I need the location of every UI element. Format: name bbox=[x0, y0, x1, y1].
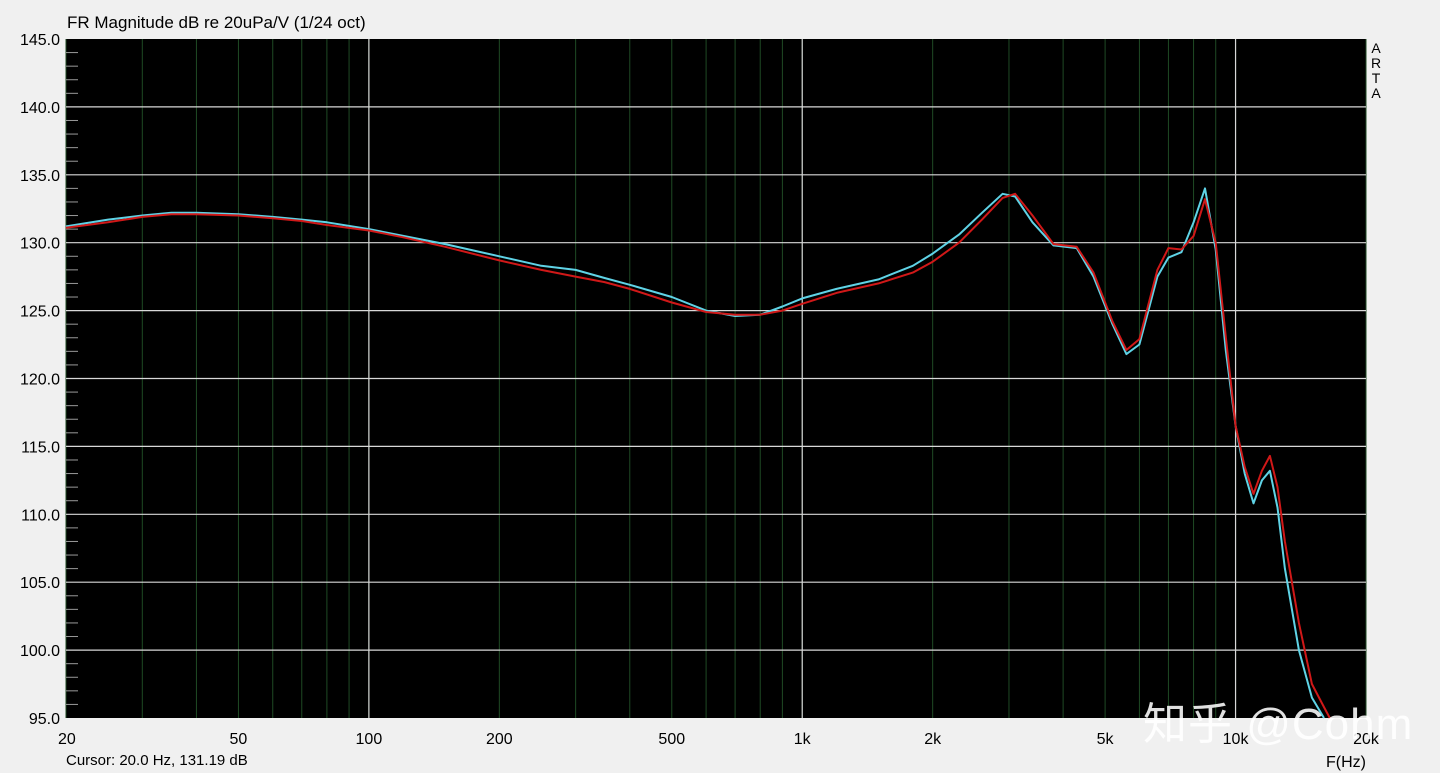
x-tick-label: 100 bbox=[356, 731, 383, 748]
watermark: 知乎 @Cohm bbox=[1143, 700, 1414, 749]
brand-letter: A bbox=[1371, 85, 1381, 101]
brand-letter: R bbox=[1371, 55, 1382, 71]
x-tick-label: 5k bbox=[1097, 731, 1115, 748]
x-tick-label: 50 bbox=[230, 731, 248, 748]
y-axis-labels: 95.0 100.0 105.0 110.0 115.0 120.0 125.0 130.0 1… bbox=[20, 32, 60, 728]
x-tick-label: 20 bbox=[58, 731, 76, 748]
arta-brand: A R T A bbox=[1371, 41, 1381, 101]
y-tick-label: 130.0 bbox=[20, 236, 60, 253]
y-tick-label: 125.0 bbox=[20, 304, 60, 321]
y-tick-label: 120.0 bbox=[20, 372, 60, 389]
cursor-readout: Cursor: 20.0 Hz, 131.19 dB bbox=[66, 752, 248, 769]
x-axis-label: F(Hz) bbox=[1326, 754, 1366, 771]
y-tick-label: 95.0 bbox=[29, 711, 60, 728]
y-tick-label: 110.0 bbox=[21, 507, 60, 524]
x-tick-label: 200 bbox=[486, 731, 513, 748]
y-tick-label: 105.0 bbox=[20, 575, 60, 592]
x-tick-label: 1k bbox=[794, 731, 812, 748]
y-tick-label: 140.0 bbox=[20, 100, 60, 117]
frequency-response-chart[interactable]: 95.0 100.0 105.0 110.0 115.0 120.0 125.0 130.0 1… bbox=[0, 0, 1440, 773]
brand-letter: A bbox=[1371, 40, 1381, 56]
y-tick-label: 135.0 bbox=[20, 168, 60, 185]
x-tick-label: 2k bbox=[924, 731, 942, 748]
y-tick-label: 115.0 bbox=[21, 439, 60, 456]
y-tick-label: 145.0 bbox=[20, 32, 60, 49]
x-tick-label: 500 bbox=[658, 731, 685, 748]
y-tick-label: 100.0 bbox=[20, 643, 60, 660]
brand-letter: T bbox=[1371, 70, 1381, 86]
